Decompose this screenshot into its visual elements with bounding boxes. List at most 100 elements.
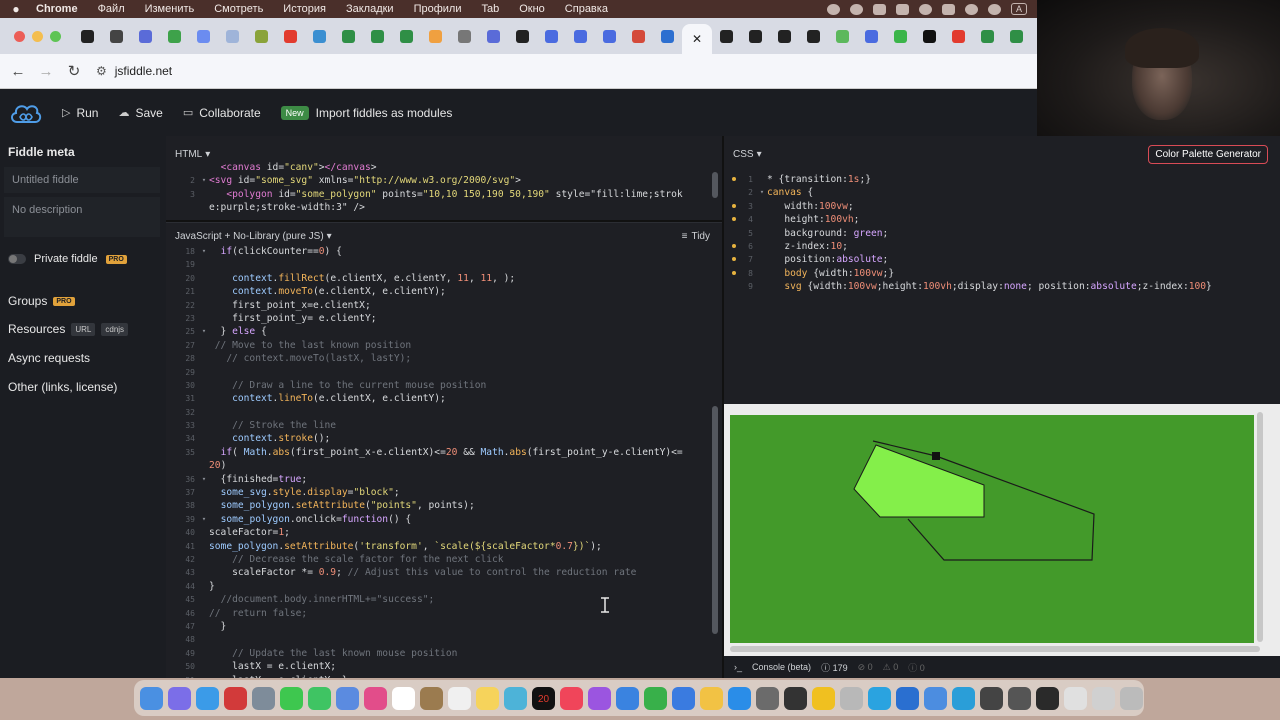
active-tab-close-icon[interactable]: ✕ (682, 24, 712, 54)
dock-app-icon[interactable] (1120, 686, 1143, 710)
browser-tab[interactable] (247, 22, 276, 50)
cdnjs-tag[interactable]: cdnjs (101, 322, 129, 336)
fold-toggle-icon[interactable]: ▾ (199, 174, 209, 187)
color-palette-generator-button[interactable]: Color Palette Generator (1148, 145, 1268, 164)
browser-tab[interactable] (218, 22, 247, 50)
menu-item[interactable]: Файл (88, 3, 135, 15)
dock-app-icon[interactable] (196, 686, 219, 710)
code-line[interactable]: 1 * {transition:1s;} (724, 173, 1280, 186)
code-line[interactable]: 8 body {width:100vw;} (724, 267, 1280, 280)
dock-app-icon[interactable] (420, 686, 443, 710)
code-line[interactable]: 25 ▾ } else { (166, 325, 722, 338)
browser-tab[interactable] (305, 22, 334, 50)
browser-tab[interactable] (857, 22, 886, 50)
menu-item[interactable]: Tab (471, 3, 509, 15)
fold-toggle-icon[interactable]: ▾ (757, 186, 767, 199)
code-line[interactable]: 37 some_svg.style.display="block"; (166, 486, 722, 499)
code-line[interactable]: 39 ▾ some_polygon.onclick=function() { (166, 513, 722, 526)
dock-app-icon[interactable] (700, 686, 723, 710)
menu-item[interactable]: История (273, 3, 336, 15)
html-scrollbar[interactable] (712, 172, 718, 198)
tray-icon[interactable] (942, 3, 955, 15)
browser-tab[interactable] (102, 22, 131, 50)
import-modules-link[interactable]: Import fiddles as modules (309, 106, 463, 120)
code-line[interactable]: 4 height:100vh; (724, 213, 1280, 226)
browser-tab[interactable] (276, 22, 305, 50)
dock-app-icon[interactable] (980, 686, 1003, 710)
code-line[interactable]: 31 context.lineTo(e.clientX, e.clientY); (166, 392, 722, 405)
site-settings-icon[interactable]: ⚙ (96, 64, 107, 78)
code-line[interactable]: 20) (166, 459, 722, 472)
fold-toggle-icon[interactable]: ▾ (199, 513, 209, 526)
save-button[interactable]: ☁ Save (108, 106, 172, 120)
fold-toggle-icon[interactable]: ▾ (199, 245, 209, 258)
code-line[interactable]: 33 // Stroke the line (166, 419, 722, 432)
browser-tab[interactable] (653, 22, 682, 50)
async-requests-link[interactable]: Async requests (8, 351, 90, 365)
dock-app-icon[interactable] (560, 686, 583, 710)
dock-app-icon[interactable] (1064, 686, 1087, 710)
result-canvas[interactable] (730, 415, 1254, 643)
groups-link[interactable]: Groups PRO (8, 294, 75, 308)
keyboard-layout-indicator[interactable]: A (1011, 3, 1027, 15)
code-line[interactable]: 42 // Decrease the scale factor for the … (166, 553, 722, 566)
dock-app-icon[interactable] (728, 686, 751, 710)
code-line[interactable]: 36 ▾ {finished=true; (166, 473, 722, 486)
tray-icon[interactable] (919, 3, 932, 15)
tray-icon[interactable] (896, 3, 909, 15)
fiddle-description-input[interactable]: No description (4, 197, 160, 237)
code-line[interactable]: 49 // Update the last known mouse positi… (166, 647, 722, 660)
reload-icon[interactable]: ↻ (60, 62, 88, 80)
code-line[interactable]: 35 if( Math.abs(first_point_x-e.clientX)… (166, 446, 722, 459)
dock-app-icon[interactable] (392, 686, 415, 710)
dock-app-icon[interactable] (504, 686, 527, 710)
browser-tab[interactable] (915, 22, 944, 50)
code-line[interactable]: 7 position:absolute; (724, 253, 1280, 266)
code-line[interactable]: 3 <polygon id="some_polygon" points="10,… (166, 188, 722, 201)
code-line[interactable]: 28 // context.moveTo(lastX, lastY); (166, 352, 722, 365)
code-line[interactable]: 44} (166, 580, 722, 593)
calendar-icon[interactable]: 20 (532, 686, 555, 710)
menu-item[interactable]: Окно (509, 3, 555, 15)
dock-app-icon[interactable] (1036, 686, 1059, 710)
tray-icon[interactable] (850, 3, 863, 15)
dock-app-icon[interactable] (1092, 686, 1115, 710)
browser-tab[interactable] (595, 22, 624, 50)
play-icon[interactable] (988, 3, 1001, 15)
dock-app-icon[interactable] (308, 686, 331, 710)
code-line[interactable]: 22 first_point_x=e.clientX; (166, 299, 722, 312)
dock-app-icon[interactable] (1008, 686, 1031, 710)
dock-app-icon[interactable] (868, 686, 891, 710)
code-line[interactable]: 30 // Draw a line to the current mouse p… (166, 379, 722, 392)
browser-tab[interactable] (334, 22, 363, 50)
code-line[interactable]: 32 (166, 406, 722, 419)
browser-tab[interactable] (566, 22, 595, 50)
fiddle-title-input[interactable]: Untitled fiddle (4, 167, 160, 193)
resources-link[interactable]: Resources URL cdnjs (8, 322, 129, 336)
toggle-switch[interactable] (8, 254, 26, 264)
url-field[interactable]: ⚙ jsfiddle.net (96, 64, 172, 78)
jsfiddle-logo-icon[interactable] (0, 100, 52, 126)
other-links-license-link[interactable]: Other (links, license) (8, 380, 117, 394)
dock-app-icon[interactable] (812, 686, 835, 710)
menu-item[interactable]: Смотреть (204, 3, 273, 15)
code-line[interactable]: e:purple;stroke-width:3" /> (166, 201, 722, 214)
code-line[interactable]: 18 ▾ if(clickCounter==0) { (166, 245, 722, 258)
browser-tab[interactable] (1002, 22, 1031, 50)
code-line[interactable]: 2 ▾ canvas { (724, 186, 1280, 199)
dock-app-icon[interactable] (588, 686, 611, 710)
fold-toggle-icon[interactable]: ▾ (199, 325, 209, 338)
browser-tab[interactable] (886, 22, 915, 50)
dock-app-icon[interactable] (896, 686, 919, 710)
dock-app-icon[interactable] (224, 686, 247, 710)
dock-app-icon[interactable] (252, 686, 275, 710)
moon-icon[interactable] (965, 3, 978, 15)
dock-app-icon[interactable] (280, 686, 303, 710)
browser-tab[interactable] (479, 22, 508, 50)
js-panel-header[interactable]: JavaScript + No-Library (pure JS) ▾ (166, 225, 722, 247)
js-scrollbar[interactable] (712, 406, 718, 634)
menu-item[interactable]: Справка (555, 3, 618, 15)
browser-tab[interactable] (450, 22, 479, 50)
run-button[interactable]: ▷ Run (52, 106, 108, 120)
dock-app-icon[interactable] (784, 686, 807, 710)
